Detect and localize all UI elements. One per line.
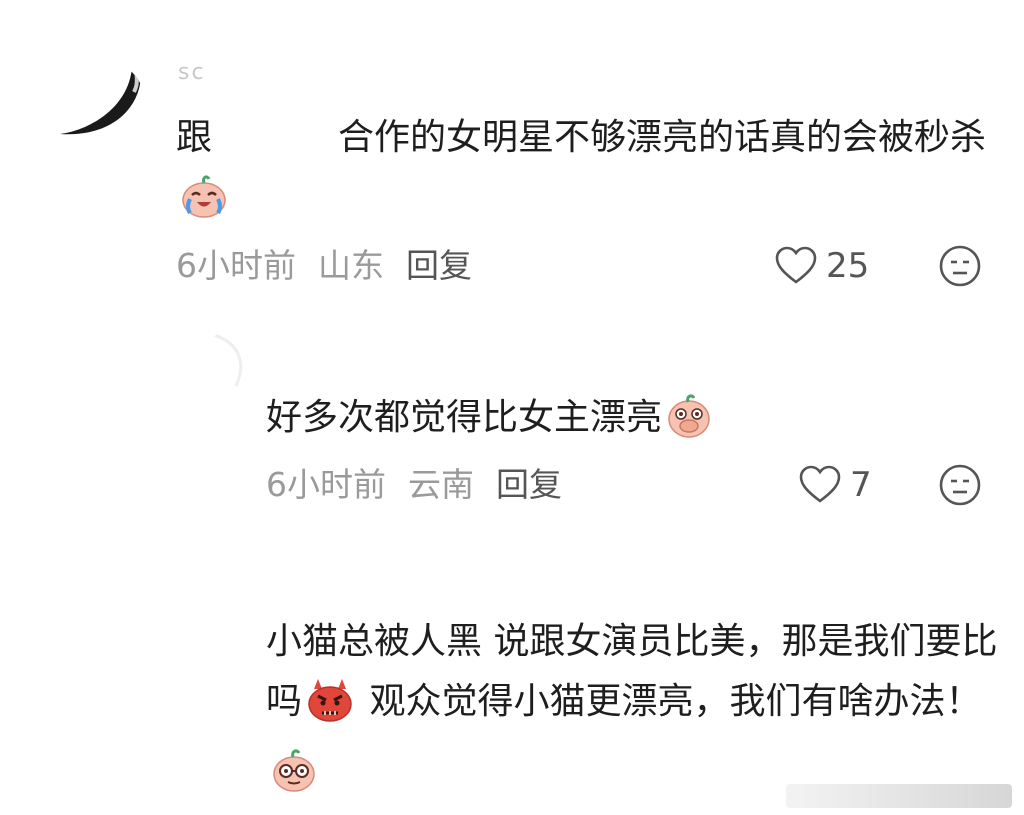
angry-devil-emoji — [306, 677, 354, 742]
like-count: 25 — [826, 246, 870, 286]
comment-username[interactable]: sc — [178, 60, 328, 80]
hand-over-mouth-emoji — [666, 393, 712, 458]
comment-body: 好多次都觉得比女主漂亮 — [266, 388, 1006, 458]
comment-location: 云南 — [408, 465, 474, 504]
comment-text: 合作的女明星不够漂亮的话真的会被秒杀 — [338, 117, 987, 158]
heart-icon — [799, 465, 841, 503]
comment-time: 6小时前 — [176, 246, 296, 285]
reply-button[interactable]: 回复 — [496, 465, 562, 504]
user-avatar[interactable] — [50, 58, 146, 154]
comment-meta: 6小时前 云南 回复 — [266, 463, 584, 507]
avatar-image — [60, 66, 141, 135]
watermark — [786, 784, 1012, 808]
comment-meta: 6小时前 山东 回复 — [176, 244, 494, 288]
reply-button[interactable]: 回复 — [406, 246, 472, 285]
heart-icon — [775, 246, 817, 284]
redaction-mask — [212, 115, 339, 155]
comment-body: 小猫总被人黑 说跟女演员比美，那是我们要比吗 观众觉得小猫更漂亮，我们有啥办法！ — [266, 612, 1006, 812]
like-count: 7 — [850, 465, 872, 505]
comment-list: sc 跟合作的女明星不够漂亮的话真的会被秒杀 6小时前 山东 回复 25 好多次… — [0, 0, 1024, 815]
like-button[interactable]: 25 — [774, 244, 869, 288]
crying-laugh-emoji — [180, 173, 228, 238]
comment-username[interactable] — [268, 568, 388, 588]
comment-time: 6小时前 — [266, 465, 386, 504]
user-avatar[interactable] — [206, 330, 250, 390]
like-button[interactable]: 7 — [798, 463, 872, 507]
comment-text: 好多次都觉得比女主漂亮 — [266, 397, 663, 438]
dislike-button[interactable] — [938, 463, 982, 507]
dislike-button[interactable] — [938, 244, 982, 288]
comment-text: 观众觉得小猫更漂亮，我们有啥办法！ — [358, 681, 982, 722]
comment-body: 跟 合作的女明星不够漂亮的话真的会被秒杀 — [176, 108, 1006, 238]
comment-text: 跟 — [176, 117, 213, 158]
meh-face-icon — [939, 245, 981, 287]
comment-username[interactable] — [268, 345, 458, 365]
comment-location: 山东 — [318, 246, 384, 285]
meh-face-icon — [939, 464, 981, 506]
avatar-image — [209, 332, 243, 387]
glasses-emoji — [270, 747, 318, 812]
